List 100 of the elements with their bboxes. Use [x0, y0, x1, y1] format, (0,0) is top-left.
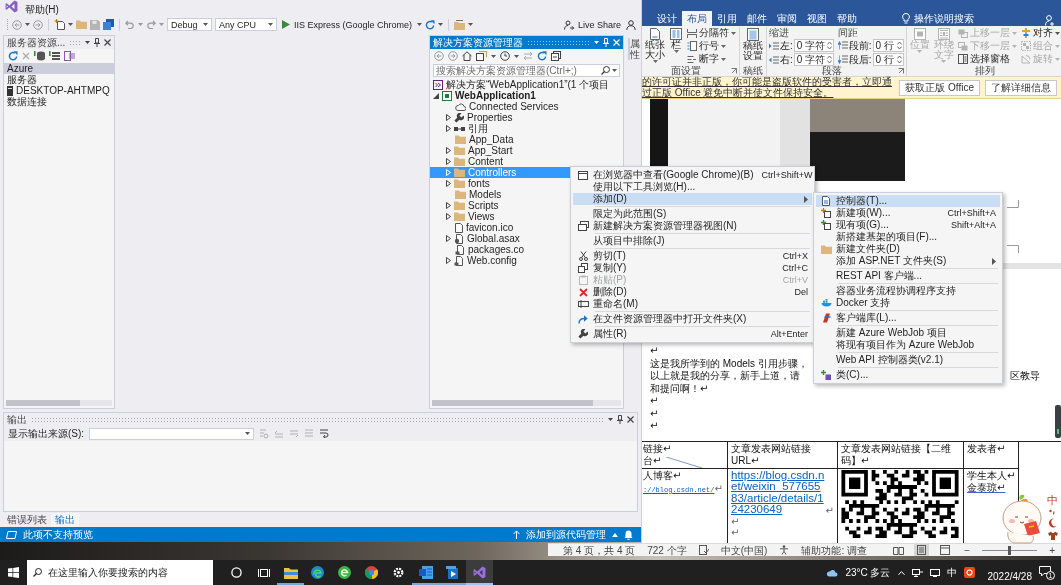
bar-button[interactable]: 获取正版 Office [899, 79, 980, 96]
document-icon[interactable] [418, 566, 433, 579]
spin-field[interactable]: 0 字符 [793, 39, 834, 52]
expand-arrow-icon[interactable] [446, 125, 451, 132]
dialog-launcher-icon[interactable] [731, 67, 737, 74]
ribbon-tab[interactable]: 布局 [682, 11, 712, 26]
collapse-all-icon[interactable] [551, 51, 561, 61]
ribbon-tab[interactable]: 审阅 [772, 11, 802, 26]
menu-item[interactable]: 客户端库(L)... [816, 312, 1000, 324]
language[interactable]: 中文(中国) [720, 544, 768, 556]
tree-item[interactable]: Azure [4, 63, 114, 74]
dialog-launcher-icon[interactable] [897, 67, 904, 74]
menu-item[interactable]: 现有项(G)... Shift+Alt+A [816, 219, 1000, 231]
person-icon[interactable] [1045, 15, 1055, 26]
ribbon-button[interactable]: 纸张大小 [644, 27, 666, 63]
scrollbar[interactable] [432, 400, 621, 406]
menu-item[interactable]: 新建项(W)... Ctrl+Shift+A [816, 207, 1000, 219]
connect-icon[interactable] [64, 51, 75, 61]
close-icon[interactable] [627, 416, 634, 423]
page-count[interactable]: 第 4 页，共 4 页 [563, 544, 636, 556]
spin-field[interactable]: 0 行 [872, 39, 904, 52]
menu-item[interactable]: 容器业务流程协调程序支持 [816, 285, 1000, 297]
date-text[interactable]: 2022/4/28 [987, 571, 1032, 582]
logo-icon[interactable] [473, 566, 486, 579]
pin-icon[interactable] [617, 415, 623, 424]
menu-item[interactable]: 类(C)... [816, 369, 1000, 381]
refresh-icon[interactable] [8, 51, 18, 61]
spinner-icon[interactable] [896, 55, 902, 64]
menu-item[interactable]: 新建解决方案资源管理器视图(N) [573, 220, 812, 232]
side-tab[interactable]: 属性 [628, 38, 640, 60]
moon-icon[interactable] [1048, 518, 1057, 528]
tree-item[interactable]: DESKTOP-AHTMPQ [4, 85, 114, 96]
scrollbar[interactable] [6, 400, 112, 406]
expand-arrow-icon[interactable] [446, 202, 451, 209]
proofing-icon[interactable] [698, 545, 709, 555]
expand-arrow-icon[interactable] [446, 114, 451, 121]
expand-arrow-icon[interactable] [446, 257, 451, 264]
clock-icon[interactable] [500, 51, 510, 61]
save-all-icon[interactable] [103, 19, 114, 30]
views-icon[interactable] [476, 51, 487, 61]
play-tile-icon[interactable] [445, 566, 460, 579]
accessibility-status[interactable]: 辅助功能: 调查 [801, 544, 867, 556]
panel-tab[interactable]: 输出 [51, 513, 79, 527]
browser-icon[interactable] [338, 566, 351, 579]
menu-item[interactable]: 重命名(M) [573, 298, 812, 310]
bell-icon[interactable] [624, 529, 633, 540]
monitor-icon[interactable] [929, 568, 940, 577]
view-button[interactable] [891, 544, 907, 556]
caret-icon[interactable] [491, 54, 496, 58]
menu-item[interactable]: 添加(D) [573, 193, 812, 205]
tell-me-search[interactable]: 操作说明搜索 [902, 11, 974, 26]
panel-tab[interactable]: 错误列表 [3, 513, 51, 527]
menu-item[interactable]: 剪切(T) Ctrl+X [573, 250, 812, 262]
view-button[interactable] [937, 544, 953, 556]
link[interactable]: https://blog.csdn.net/weixin_57765583/article/details/124230649 [731, 469, 825, 516]
search-input[interactable]: 在这里输入你要搜索的内容 [48, 565, 207, 580]
spin-field[interactable]: 0 字符 [793, 53, 834, 66]
folder-icon[interactable] [283, 566, 298, 579]
expand-arrow-icon[interactable] [446, 147, 451, 154]
caret-up-icon[interactable] [897, 570, 905, 575]
close-icon[interactable] [104, 39, 111, 46]
tree-item[interactable]: App_Data [430, 134, 623, 145]
expand-arrow-icon[interactable] [446, 180, 451, 187]
caret-icon[interactable] [608, 418, 613, 421]
ribbon-tab[interactable]: 帮助 [832, 11, 862, 26]
tree-item[interactable]: 服务器 [4, 74, 114, 85]
slider-thumb[interactable] [1008, 545, 1012, 555]
folder-search-icon[interactable] [454, 19, 466, 30]
caret-icon[interactable] [438, 23, 444, 26]
tree-item[interactable]: Connected Services [430, 101, 623, 112]
expand-arrow-icon[interactable] [446, 235, 451, 242]
word-wrap-icon[interactable] [319, 429, 330, 438]
menu-item[interactable]: 使用以下工具浏览(H)... [573, 181, 812, 193]
caret-icon[interactable] [85, 41, 90, 44]
tree-item[interactable]: 数据连接 [4, 96, 114, 107]
zoom-out-button[interactable]: − [964, 544, 971, 556]
menu-item[interactable]: REST API 客户端... [816, 270, 1000, 282]
pin-icon[interactable] [94, 38, 100, 47]
refresh-icon[interactable] [537, 51, 547, 61]
menu-item[interactable]: 新建文件夹(D) [816, 243, 1000, 255]
menu-item[interactable]: Web API 控制器类(v2.1) [816, 354, 1000, 366]
run-button[interactable]: IIS Express (Google Chrome) [280, 17, 415, 32]
expand-arrow-icon[interactable] [446, 213, 451, 220]
expand-arrow-icon[interactable] [446, 158, 451, 165]
ribbon-tab[interactable]: 视图 [802, 11, 832, 26]
menu-item[interactable]: Docker 支持 [816, 297, 1000, 309]
ribbon-tab[interactable]: 设计 [652, 11, 682, 26]
settings-icon[interactable] [392, 566, 405, 579]
refresh-icon[interactable] [425, 19, 436, 30]
tree-item[interactable]: Properties [430, 112, 623, 123]
menu-item[interactable]: 从项目中排除(J) [573, 235, 812, 247]
platform-dropdown[interactable]: Any CPU [215, 18, 277, 31]
home-icon[interactable] [462, 51, 472, 61]
menu-item[interactable]: 在文件资源管理器中打开文件夹(X) [573, 313, 812, 325]
bar-button[interactable]: 了解详细信息 [985, 79, 1057, 96]
caret-icon[interactable] [468, 23, 474, 26]
spinner-icon[interactable] [826, 41, 832, 50]
caret-icon[interactable] [417, 23, 423, 26]
taskbar-button[interactable] [466, 560, 493, 585]
network-icon[interactable] [911, 568, 923, 577]
